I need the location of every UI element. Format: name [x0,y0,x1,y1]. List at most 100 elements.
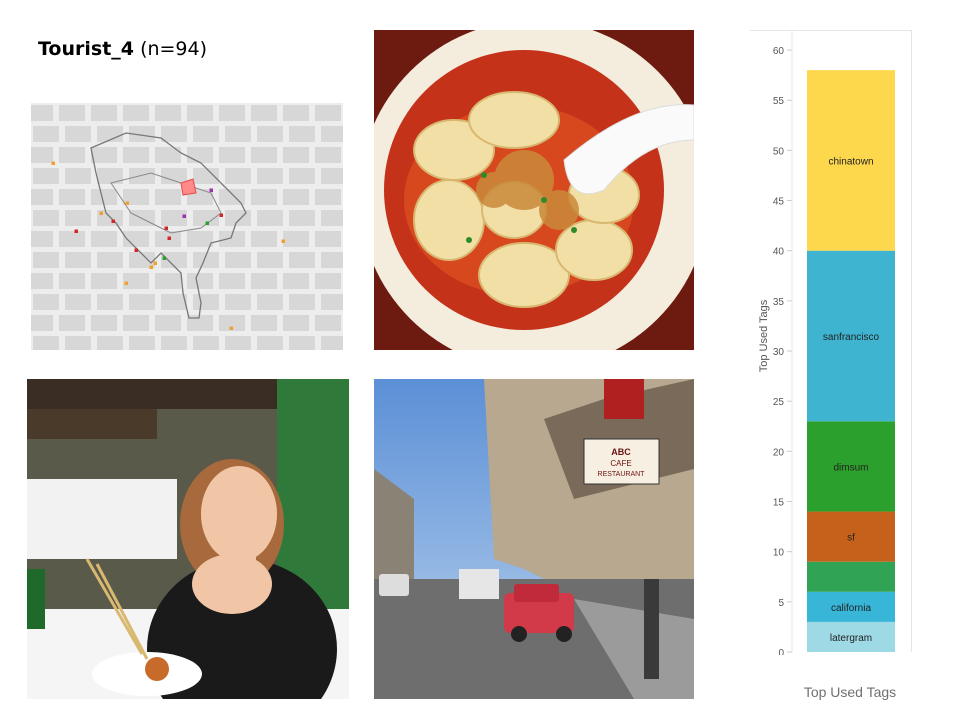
top-tags-chart[interactable]: 0 5 10 15 20 25 30 35 40 45 50 55 60 latergram califo… [750,30,912,659]
poi-marker[interactable] [281,239,286,244]
poi-marker[interactable] [229,326,234,331]
segment-label: chinatown [828,156,873,167]
city-block [31,231,53,247]
city-block [91,147,117,163]
city-block [123,147,149,163]
city-block [225,252,251,268]
city-block [155,273,181,289]
city-block [289,210,315,226]
city-block [289,294,315,310]
city-block [289,252,315,268]
city-block [155,105,181,121]
route-map[interactable] [31,103,343,350]
city-block [257,210,283,226]
y-tick-label: 0 [778,648,784,655]
tourist-name: Tourist_4 [38,38,135,60]
city-block [187,273,213,289]
city-block [225,210,251,226]
y-tick-label: 40 [773,247,785,258]
city-block [283,189,309,205]
poi-marker[interactable] [99,211,104,216]
poi-marker[interactable] [182,214,187,219]
poi-marker[interactable] [149,265,154,270]
bar-segment-unlabeled[interactable] [807,561,895,592]
photo-chinatown-street[interactable]: ABC CAFE RESTAURANT [374,379,694,699]
poi-marker[interactable] [162,256,167,261]
poi-marker[interactable] [111,219,116,224]
y-tick-label: 15 [773,498,785,509]
poi-marker[interactable] [134,248,139,253]
y-tick-label: 10 [773,548,785,559]
city-block [161,168,187,184]
poi-marker[interactable] [153,261,158,266]
city-block [59,273,85,289]
city-block [321,126,343,142]
city-block [97,252,123,268]
photo-woman-eating[interactable] [27,379,349,699]
poi-marker[interactable] [219,213,224,218]
city-block [33,252,59,268]
sign-abc: ABC [611,447,631,457]
poi-marker[interactable] [51,161,56,166]
city-block [283,315,309,331]
poi-marker[interactable] [209,188,214,193]
city-block [59,231,85,247]
city-block [289,168,315,184]
city-block [257,168,283,184]
city-block [59,105,85,121]
city-block [31,315,53,331]
city-block [321,294,343,310]
sample-count: (n=94) [140,38,208,60]
city-block [129,294,155,310]
city-block [129,168,155,184]
city-block [315,315,341,331]
city-block [91,273,117,289]
city-block [31,147,53,163]
city-block [315,189,341,205]
segment-label: latergram [830,633,872,644]
poi-marker[interactable] [205,221,210,226]
city-block [123,273,149,289]
city-block [59,189,85,205]
city-block [161,336,187,350]
page-title: Tourist_4 (n=94) [38,38,207,60]
y-tick-label: 50 [773,146,785,157]
city-block [283,105,309,121]
city-block [251,315,277,331]
city-block [219,147,245,163]
city-block [225,168,251,184]
city-block [193,126,219,142]
poi-marker[interactable] [164,226,169,231]
sign-restaurant: RESTAURANT [598,471,646,478]
segment-label: dimsum [833,462,868,473]
city-block [289,336,315,350]
segment-label: sf [847,533,855,544]
poi-marker[interactable] [167,236,172,241]
city-block [31,105,53,121]
stacked-bar: latergram california sf dimsum sanfrancisco c… [807,70,895,652]
city-block [65,168,91,184]
segment-label: sanfrancisco [823,332,880,343]
dumplings-image [374,30,694,350]
city-block [31,189,53,205]
city-block [283,147,309,163]
poi-marker[interactable] [125,201,130,206]
poi-marker[interactable] [74,229,79,234]
city-block [33,168,59,184]
city-block [33,210,59,226]
city-block [251,105,277,121]
city-block [315,147,341,163]
city-block [161,126,187,142]
city-block [321,336,343,350]
city-block [321,210,343,226]
poi-marker[interactable] [124,281,129,286]
city-block [315,273,341,289]
city-block [65,336,91,350]
city-block [257,126,283,142]
city-block [97,294,123,310]
sign-cafe: CAFE [610,459,631,468]
city-block [257,252,283,268]
city-block [283,231,309,247]
city-block [289,126,315,142]
photo-dumplings[interactable] [374,30,694,350]
